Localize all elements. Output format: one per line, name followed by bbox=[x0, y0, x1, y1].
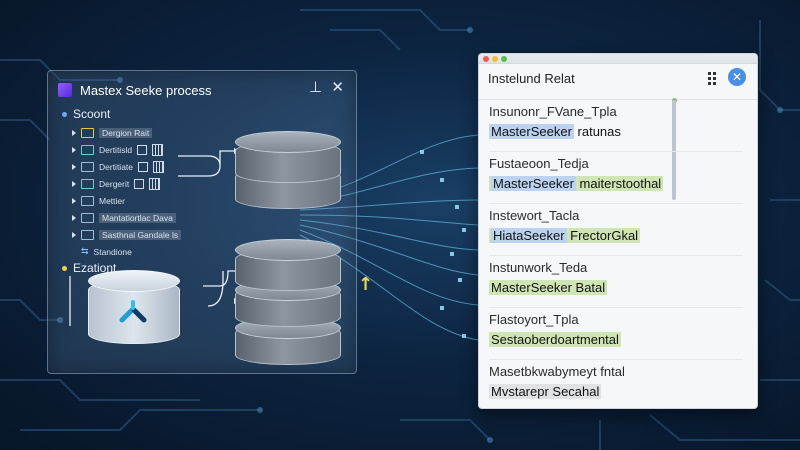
close-icon[interactable]: ✕ bbox=[728, 68, 746, 86]
entry-detail: tmental bbox=[576, 332, 619, 347]
window-chrome bbox=[479, 54, 757, 64]
window-maximize-dot[interactable] bbox=[501, 56, 507, 62]
entry-source: MasterSeeker bbox=[489, 124, 574, 139]
entry-detail: maiterstoothal bbox=[575, 176, 662, 191]
drag-handle-icon[interactable] bbox=[708, 72, 718, 85]
list-item[interactable]: Instunwork_Teda MasterSeeker Batal bbox=[479, 256, 757, 308]
entry-table-name: Insunonr_FVane_Tpla bbox=[489, 104, 617, 119]
relation-list: Insunonr_FVane_Tpla MasterSeeker ratunas… bbox=[479, 100, 757, 408]
list-item[interactable]: Insunonr_FVane_Tpla MasterSeeker ratunas bbox=[479, 100, 757, 152]
entry-table-name: Instewort_Tacla bbox=[489, 208, 580, 223]
right-panel-title: Instelund Relat bbox=[488, 71, 575, 86]
entry-source: MasterSeeker bbox=[491, 280, 572, 295]
seeker-logo-icon bbox=[119, 300, 147, 323]
entry-source: MasterSeeker bbox=[491, 176, 576, 191]
entry-table-name: Fustaeoon_Tedja bbox=[489, 156, 589, 171]
window-close-dot[interactable] bbox=[483, 56, 489, 62]
source-database[interactable] bbox=[88, 270, 180, 344]
list-item[interactable]: Masetbkwabymeyt fntal Mvstarepr Secahal bbox=[479, 360, 757, 408]
entry-detail: FrectorGkal bbox=[566, 228, 639, 243]
database-stack-top bbox=[235, 131, 341, 209]
list-item[interactable]: Fustaeoon_Tedja MasterSeeker maiterstoot… bbox=[479, 152, 757, 204]
list-item[interactable]: Flastoyort_Tpla Sestaoberdoartmental bbox=[479, 308, 757, 360]
database-stack-bottom bbox=[235, 239, 341, 365]
entry-detail: ratunas bbox=[573, 124, 621, 139]
entry-table-name: Flastoyort_Tpla bbox=[489, 312, 579, 327]
arrow-up-icon: ↑ bbox=[358, 274, 374, 295]
entry-detail: Secahal bbox=[548, 384, 600, 399]
entry-table-name: Instunwork_Teda bbox=[489, 260, 588, 275]
entry-source: HiataSeeker bbox=[491, 228, 567, 243]
instelund-relat-panel: Instelund Relat ✕ Insunonr_FVane_Tpla Ma… bbox=[478, 53, 758, 409]
list-item[interactable]: Instewort_Tacla HiataSeeker FrectorGkal bbox=[479, 204, 757, 256]
entry-detail: Batal bbox=[571, 280, 606, 295]
entry-source: Mvstarepr bbox=[491, 384, 549, 399]
entry-table-name: Masetbkwabymeyt fntal bbox=[489, 364, 625, 379]
entry-source: Sestaoberdoar bbox=[491, 332, 577, 347]
window-minimize-dot[interactable] bbox=[492, 56, 498, 62]
